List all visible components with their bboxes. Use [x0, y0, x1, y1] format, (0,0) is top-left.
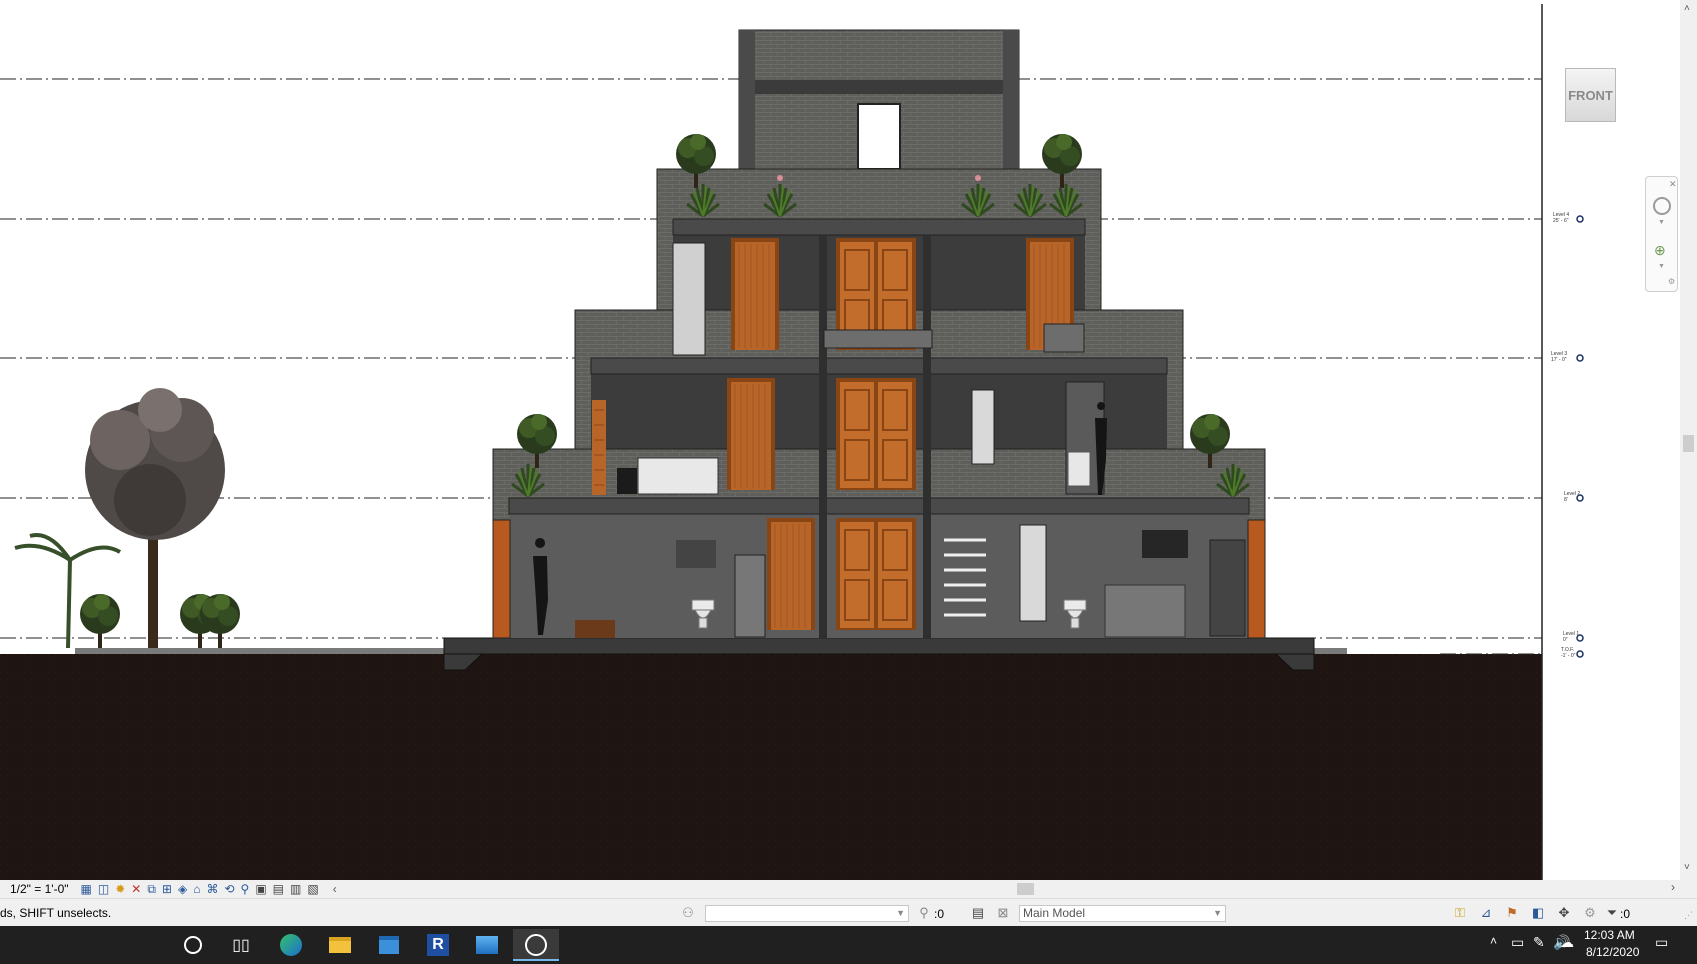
select-underlay-icon[interactable]: ⊿ [1478, 905, 1494, 921]
taskbar-active-app-icon[interactable] [513, 929, 559, 961]
viewcube-face-label[interactable]: FRONT [1568, 88, 1613, 103]
level-tags: Level 425' - 6" Level 317' - 0" Level 28… [1551, 212, 1580, 659]
resize-grip-icon[interactable]: ⋰ [1684, 910, 1693, 921]
taskbar-revit-icon[interactable]: R [415, 929, 461, 961]
taskbar: ▯▯ R ˄ ▭ ✎ 🔊 ☁ ☁ 12:03 AM 8/12/2020 ▭ [0, 926, 1697, 964]
taskbar-task-view-icon[interactable]: ▯▯ [218, 929, 264, 961]
vertical-scrollbar[interactable]: ˄ ˅ [1680, 0, 1697, 880]
select-pinned-icon[interactable]: ⚑ [1504, 905, 1520, 921]
horizontal-scrollbar[interactable]: › [395, 880, 1697, 898]
sun-path-icon[interactable]: ✹ [115, 882, 125, 896]
tray-pen-icon[interactable]: ✎ [1533, 934, 1545, 951]
svg-text:17' - 0": 17' - 0" [1551, 357, 1567, 363]
level-markers[interactable] [1576, 215, 1584, 658]
viewcube[interactable]: FRONT [1565, 68, 1616, 122]
site-trees [14, 388, 240, 649]
reveal-hidden-icon[interactable]: ⌂ [193, 882, 200, 896]
svg-text:0": 0" [1563, 637, 1568, 643]
tray-network-icon[interactable]: ▭ [1511, 934, 1524, 951]
zoom-dropdown-icon[interactable]: ▼ [1658, 263, 1665, 270]
drawing-canvas[interactable]: Level 425' - 6" Level 317' - 0" Level 28… [0, 0, 1697, 964]
analysis-display-icon[interactable]: ⟲ [224, 882, 234, 896]
scroll-down-arrow-icon[interactable]: ˅ [1684, 862, 1690, 873]
navbar-customize-icon[interactable]: ⚙ [1668, 277, 1675, 286]
background-processes-icon[interactable]: ⚙ [1582, 905, 1598, 921]
editable-only-icon[interactable]: ⚲ [916, 905, 932, 921]
svg-text:25' - 6": 25' - 6" [1553, 218, 1569, 224]
clock-time[interactable]: 12:03 AM [1584, 928, 1635, 942]
tray-cloud-icon[interactable]: ☁ [1560, 934, 1574, 951]
svg-text:8': 8' [1564, 497, 1568, 503]
steering-wheel-dropdown-icon[interactable]: ▼ [1658, 219, 1665, 226]
navbar-close-icon[interactable]: ✕ [1669, 179, 1677, 190]
clock-date[interactable]: 8/12/2020 [1586, 945, 1639, 959]
horizontal-scroll-thumb[interactable] [1017, 883, 1034, 895]
crop-view-icon[interactable]: ⧉ [147, 882, 156, 897]
workset-chevron-icon: ▼ [896, 908, 905, 918]
temp-view-props-icon[interactable]: ⌘ [206, 882, 218, 896]
hide-analytical-icon[interactable]: ▥ [290, 882, 301, 896]
highlight-icon[interactable]: ⚲ [241, 882, 250, 896]
select-links-icon[interactable]: ⚿ [1452, 905, 1468, 921]
taskbar-edge-icon[interactable] [268, 929, 314, 961]
exclude-options-icon[interactable]: ⊠ [995, 905, 1011, 921]
taskbar-photos-icon[interactable] [464, 929, 510, 961]
temp-hide-icon[interactable]: ◈ [178, 882, 187, 896]
workset-select[interactable]: ▼ [705, 905, 909, 922]
steering-wheel-icon[interactable] [1653, 197, 1671, 215]
detail-level-icon[interactable]: ▦ [81, 882, 92, 896]
design-options-icon[interactable]: ▤ [970, 905, 986, 921]
action-center-icon[interactable]: ▭ [1655, 934, 1668, 951]
vertical-scroll-thumb[interactable] [1683, 435, 1694, 452]
shadows-icon[interactable]: ✕ [131, 882, 141, 896]
filter-icon[interactable]: ⏷ [1604, 905, 1620, 921]
visual-style-icon[interactable]: ◫ [98, 882, 109, 896]
design-option-value: Main Model [1023, 906, 1086, 920]
select-by-face-icon[interactable]: ◧ [1530, 905, 1546, 921]
zoom-icon[interactable]: ⊕ [1654, 242, 1666, 259]
view-control-bar: 1/2" = 1'-0" ▦ ◫ ✹ ✕ ⧉ ⊞ ◈ ⌂ ⌘ ⟲ ⚲ ▣ ▤ ▥… [0, 880, 395, 898]
navigation-bar[interactable]: ✕ ▼ ⊕ ▼ ⚙ [1645, 176, 1678, 292]
show-crop-icon[interactable]: ⊞ [162, 882, 172, 896]
svg-text:-1' - 0": -1' - 0" [1561, 653, 1576, 659]
design-option-select[interactable]: Main Model ▼ [1019, 905, 1226, 922]
worksets-icon[interactable]: ⚇ [680, 905, 696, 921]
filter-count: :0 [1620, 907, 1631, 921]
editable-count: :0 [934, 907, 945, 921]
worksharing-display-icon[interactable]: ▤ [273, 882, 284, 896]
taskbar-file-explorer-icon[interactable] [317, 929, 363, 961]
scroll-up-arrow-icon[interactable]: ˄ [1684, 3, 1690, 14]
foundation [443, 637, 1315, 655]
drag-elements-icon[interactable]: ✥ [1556, 905, 1572, 921]
ground [0, 654, 1542, 880]
taskbar-search-icon[interactable] [170, 929, 216, 961]
tray-show-hidden-icon[interactable]: ˄ [1490, 934, 1497, 948]
status-message: ds, SHIFT unselects. [0, 906, 112, 920]
view-scale[interactable]: 1/2" = 1'-0" [10, 882, 69, 896]
scroll-left-arrow-icon[interactable]: ‹ [333, 882, 337, 896]
scroll-right-arrow-icon[interactable]: › [1671, 880, 1675, 894]
view-properties-icon[interactable]: ▧ [307, 882, 318, 896]
taskbar-store-icon[interactable] [366, 929, 412, 961]
reveal-constraints-icon[interactable]: ▣ [255, 882, 266, 896]
design-option-chevron-icon: ▼ [1213, 908, 1222, 918]
